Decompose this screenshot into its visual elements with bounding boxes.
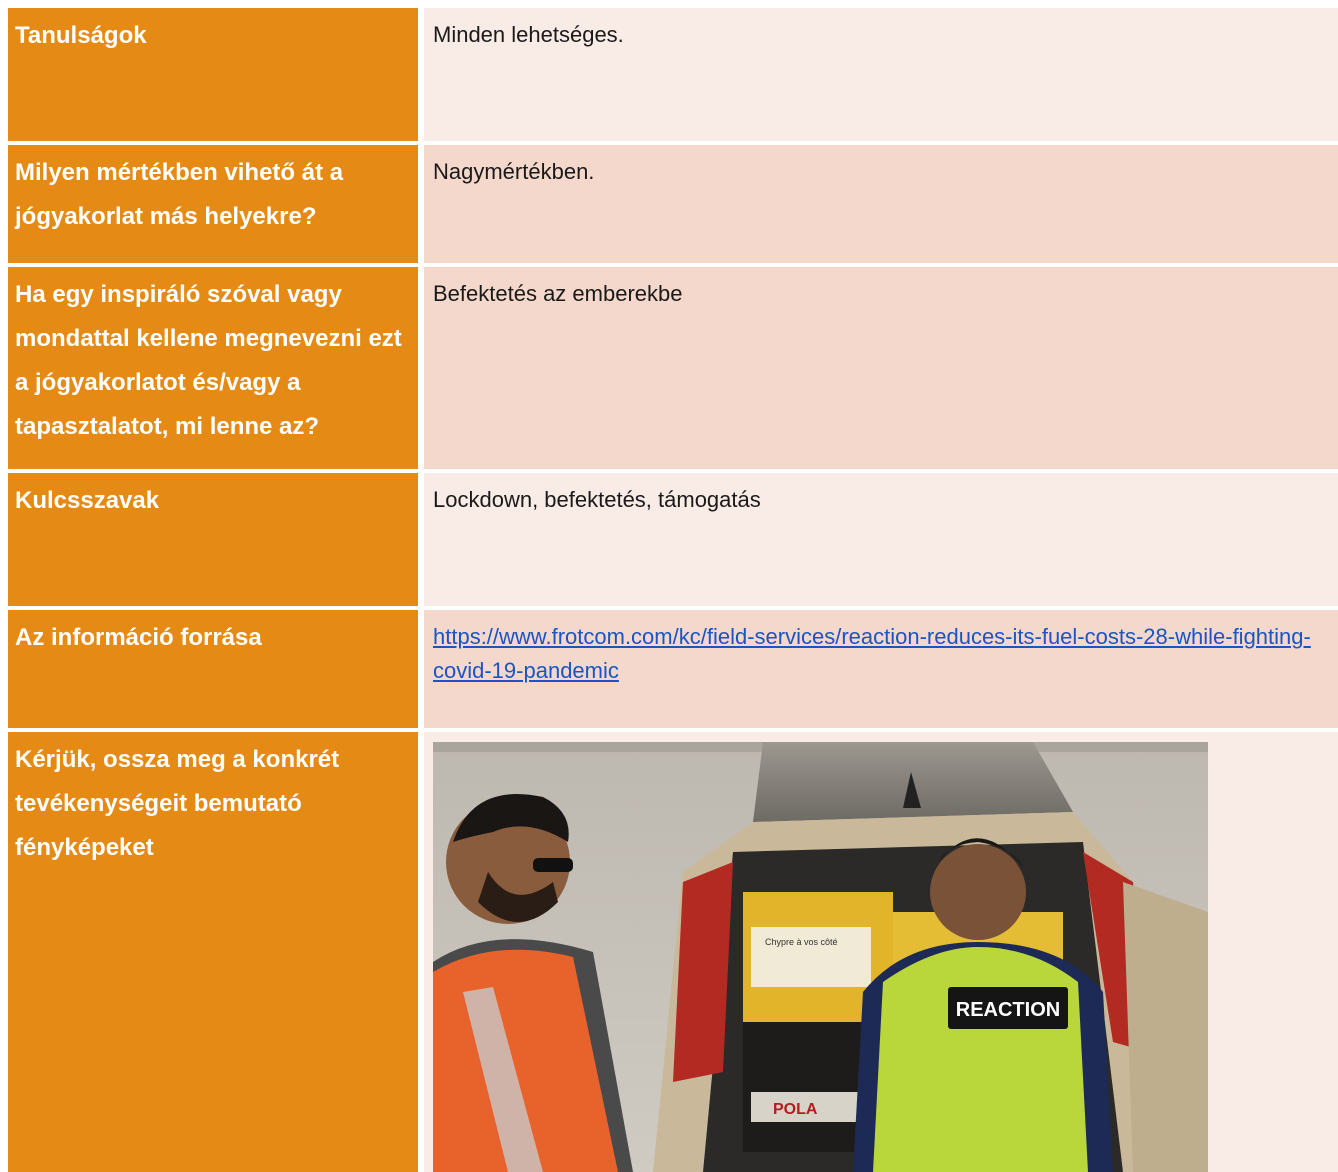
table-row: Ha egy inspiráló szóval vagy mondattal k… [8,267,1338,469]
info-table: Tanulságok Minden lehetséges. Milyen mér… [8,8,1338,1172]
table-row: Milyen mértékben vihető át a jógyakorlat… [8,145,1338,263]
table-row: Tanulságok Minden lehetséges. [8,8,1338,141]
row-value-inspiring-phrase: Befektetés az emberekbe [424,267,1338,469]
row-label-lessons: Tanulságok [8,8,418,141]
table-row: Kérjük, ossza meg a konkrét tevékenysége… [8,732,1338,1172]
row-value-source: https://www.frotcom.com/kc/field-service… [424,610,1338,728]
row-value-lessons: Minden lehetséges. [424,8,1338,141]
table-row: Kulcsszavak Lockdown, befektetés, támoga… [8,473,1338,606]
box-label-text: Chypre à vos côté [765,937,838,947]
row-value-transferability: Nagymértékben. [424,145,1338,263]
box-brand-text: POLA [773,1101,818,1118]
row-label-inspiring-phrase: Ha egy inspiráló szóval vagy mondattal k… [8,267,418,469]
row-value-photos: Chypre à vos côté POLA REACTION [424,732,1338,1172]
vest-label-text: REACTION [956,999,1060,1021]
source-link[interactable]: https://www.frotcom.com/kc/field-service… [433,624,1311,683]
row-value-keywords: Lockdown, befektetés, támogatás [424,473,1338,606]
activity-photo: Chypre à vos côté POLA REACTION [433,742,1208,1172]
row-label-photos: Kérjük, ossza meg a konkrét tevékenysége… [8,732,418,1172]
row-label-transferability: Milyen mértékben vihető át a jógyakorlat… [8,145,418,263]
table-row: Az információ forrása https://www.frotco… [8,610,1338,728]
row-label-source: Az információ forrása [8,610,418,728]
row-label-keywords: Kulcsszavak [8,473,418,606]
